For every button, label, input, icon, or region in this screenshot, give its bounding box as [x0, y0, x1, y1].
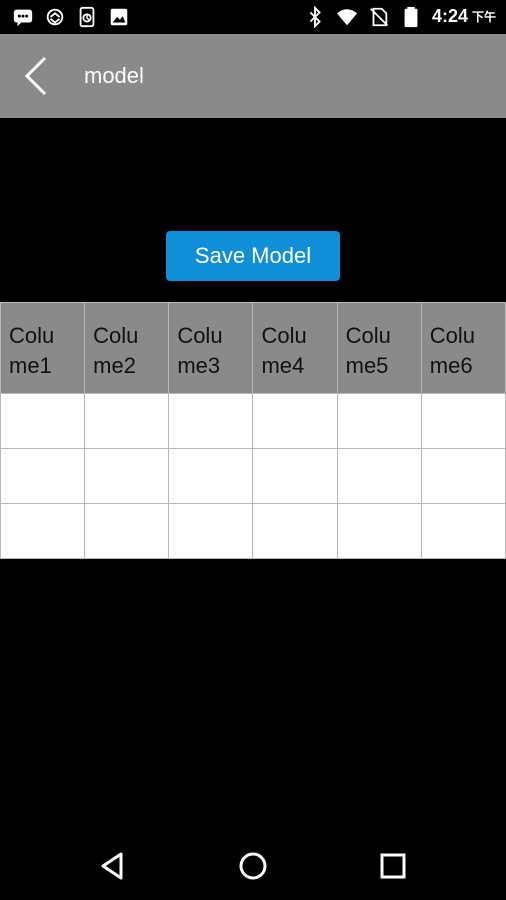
column-header-label: Colu me1 — [9, 323, 55, 378]
system-icons: 4:24 下午 — [304, 4, 496, 29]
table-cell[interactable] — [336, 503, 422, 559]
no-sim-icon — [368, 6, 390, 28]
home-circle-icon — [239, 852, 267, 880]
table-cell[interactable] — [336, 448, 422, 504]
nav-home-button[interactable] — [237, 850, 269, 882]
table-cell[interactable] — [168, 503, 254, 559]
app-bar: model — [0, 34, 506, 118]
phone-update-icon — [76, 6, 98, 28]
table-cell[interactable] — [420, 448, 506, 504]
column-header-label: Colu me6 — [429, 323, 476, 378]
table-header-row: Colu me1 Colu me2 Colu me3 Colu me4 Colu… — [0, 302, 506, 394]
column-header: Colu me1 — [0, 302, 86, 394]
navigation-bar — [0, 832, 506, 900]
clock-time: 4:24 — [431, 6, 468, 26]
table-row — [0, 393, 506, 449]
chevron-left-icon — [24, 56, 47, 96]
wifi-icon — [336, 6, 358, 28]
page-title: model — [84, 63, 144, 88]
status-bar: 4:24 下午 — [0, 0, 506, 34]
table-cell[interactable] — [168, 393, 254, 449]
column-header-label: Colu me2 — [93, 323, 139, 378]
column-header-label: Colu me4 — [261, 323, 307, 378]
clock-ampm: 下午 — [471, 10, 496, 25]
table-cell[interactable] — [252, 448, 338, 504]
table-cell[interactable] — [84, 393, 170, 449]
battery-icon — [400, 6, 422, 28]
notification-icons — [12, 6, 130, 28]
table-row — [0, 503, 506, 559]
back-button[interactable] — [14, 52, 62, 100]
column-header: Colu me3 — [168, 302, 254, 394]
column-header: Colu me6 — [420, 302, 506, 394]
table-cell[interactable] — [252, 393, 338, 449]
table-cell[interactable] — [84, 503, 170, 559]
column-header-label: Colu me3 — [177, 323, 223, 378]
message-icon — [12, 6, 34, 28]
nav-back-button[interactable] — [97, 850, 129, 882]
column-header-label: Colu me5 — [345, 323, 391, 378]
clock: 4:24 下午 — [432, 4, 496, 29]
table-cell[interactable] — [84, 448, 170, 504]
back-triangle-icon — [101, 852, 123, 880]
bluetooth-icon — [304, 5, 326, 28]
column-header: Colu me2 — [84, 302, 170, 394]
column-header: Colu me4 — [252, 302, 338, 394]
sync-icon — [44, 6, 66, 28]
table-cell[interactable] — [252, 503, 338, 559]
table-cell[interactable] — [336, 393, 422, 449]
table-cell[interactable] — [0, 503, 86, 559]
recents-square-icon — [380, 853, 406, 879]
table-cell[interactable] — [420, 393, 506, 449]
table-cell[interactable] — [168, 448, 254, 504]
table-row — [0, 448, 506, 504]
data-table: Colu me1 Colu me2 Colu me3 Colu me4 Colu… — [0, 302, 506, 559]
save-model-button[interactable]: Save Model — [166, 231, 340, 281]
nav-recents-button[interactable] — [377, 850, 409, 882]
table-cell[interactable] — [0, 393, 86, 449]
image-icon — [108, 6, 130, 28]
table-cell[interactable] — [0, 448, 86, 504]
column-header: Colu me5 — [336, 302, 422, 394]
table-cell[interactable] — [420, 503, 506, 559]
